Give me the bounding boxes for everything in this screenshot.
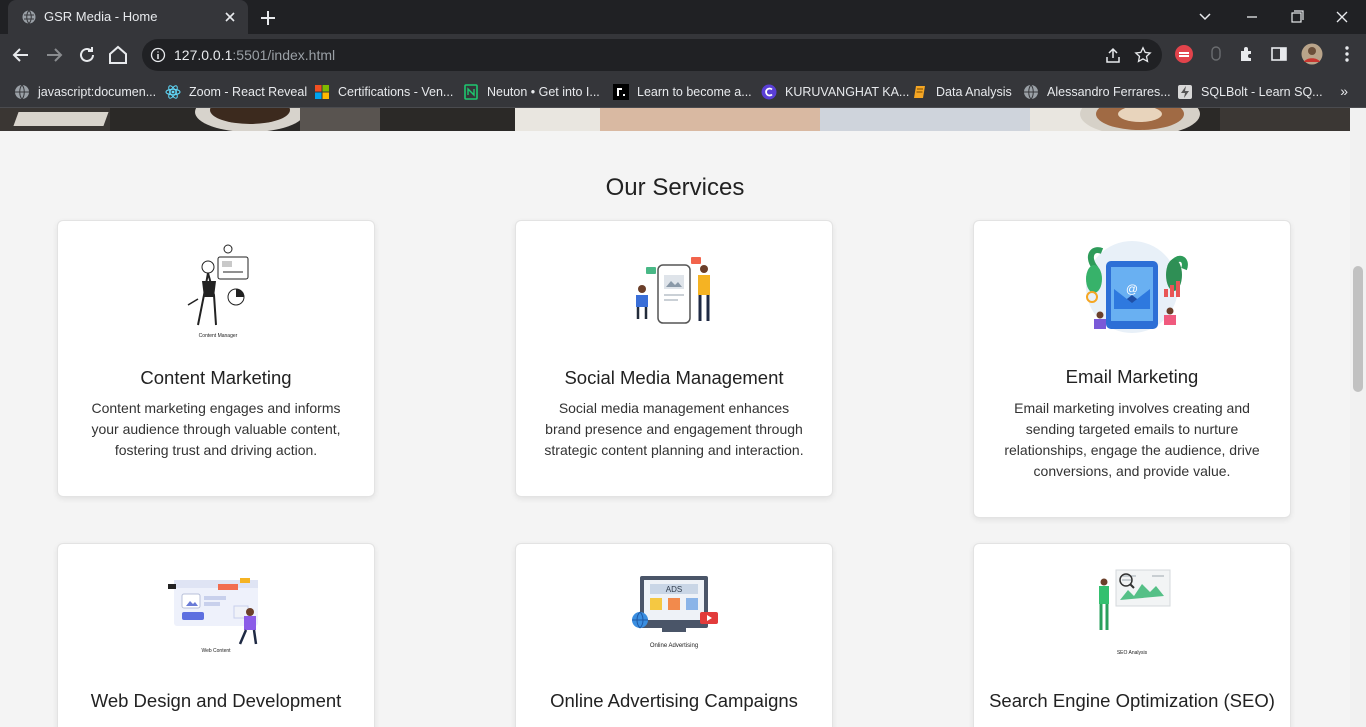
service-title: Content Marketing [140,367,292,388]
r-logo-icon [613,84,629,100]
bookmark-star-icon[interactable] [1134,46,1152,64]
close-window-icon[interactable] [1330,6,1354,28]
back-icon[interactable] [10,44,32,66]
svg-text:Content Manager: Content Manager [199,333,238,339]
social-media-illustration [636,257,710,324]
page-viewport: Our Services Content Manager Content Mar… [0,108,1350,727]
neuton-icon [464,84,478,100]
bookmark-item[interactable]: Learn to become a... [613,83,752,101]
site-info-icon[interactable] [150,47,166,63]
hero-photo [0,108,1350,131]
menu-kebab-icon[interactable] [1337,44,1357,64]
service-description: Email marketing involves creating and se… [1004,400,1260,479]
page-scrollbar[interactable] [1350,108,1366,727]
address-bar[interactable]: 127.0.0.1:5501/index.html [142,39,1162,71]
share-icon[interactable] [1104,47,1122,65]
service-title: Search Engine Optimization (SEO) [989,690,1275,711]
tab-search-icon[interactable] [1193,6,1217,28]
service-card-web-design[interactable]: Web Content Web Design and Development [57,543,375,727]
restore-icon[interactable] [1285,6,1309,28]
react-icon [165,85,181,99]
globe-icon [15,84,29,100]
c-logo-icon [761,84,777,100]
reload-icon[interactable] [76,44,98,66]
url-text: 127.0.0.1:5501/index.html [174,47,336,63]
service-card-seo[interactable]: SEO Analysis Search Engine Optimization … [973,543,1291,727]
svg-text:ADS: ADS [666,585,682,594]
svg-text:@: @ [1126,282,1138,296]
hero-image [0,108,1350,131]
more-bookmarks-button[interactable]: » [1340,83,1348,99]
extension-red-icon[interactable] [1174,44,1194,64]
tab-title: GSR Media - Home [44,9,158,24]
email-marketing-illustration: @ [1086,241,1188,333]
book-icon [914,86,925,98]
bookmark-item[interactable]: Data Analysis [912,83,1012,101]
bookmark-item[interactable]: Certifications - Ven... [314,83,453,101]
minimize-icon[interactable] [1240,6,1264,28]
bookmark-item[interactable]: Zoom - React Reveal [165,83,307,101]
bookmark-item[interactable]: javascript:documen... [14,83,156,101]
service-title: Social Media Management [564,367,784,388]
service-title: Web Design and Development [90,690,342,711]
extension-mouse-icon[interactable] [1206,44,1226,64]
service-card-social-media[interactable]: Social Media Management Social media man… [515,220,833,497]
section-title: Our Services [605,174,745,201]
service-title: Email Marketing [1065,366,1199,387]
browser-toolbar: 127.0.0.1:5501/index.html [0,34,1366,76]
bookmark-item[interactable]: Neuton • Get into I... [463,83,600,101]
globe-icon [22,10,36,24]
profile-avatar[interactable] [1301,43,1323,65]
forward-icon[interactable] [43,44,65,66]
browser-titlebar: GSR Media - Home [0,0,1366,34]
scrollbar-thumb[interactable] [1353,266,1363,392]
microsoft-icon [315,85,329,99]
home-icon[interactable] [107,44,129,66]
side-panel-icon[interactable] [1269,44,1289,64]
bookmark-item[interactable]: Alessandro Ferrares... [1023,83,1171,101]
service-card-online-advertising[interactable]: ADS Online Advertising Online Advertisin… [515,543,833,727]
bolt-icon [1178,85,1192,99]
new-tab-icon[interactable] [258,8,278,28]
service-card-email-marketing[interactable]: @ Email Marketing Email marketing involv… [973,220,1291,518]
seo-analysis-illustration: SEO Analysis [1099,569,1171,656]
bookmark-item[interactable]: SQLBolt - Learn SQ... [1177,83,1323,101]
online-advertising-illustration: ADS Online Advertising [632,576,718,649]
service-title: Online Advertising Campaigns [550,690,798,711]
bookmarks-bar: javascript:documen... Zoom - React Revea… [0,76,1366,108]
svg-text:SEO Analysis: SEO Analysis [1117,650,1148,656]
extensions-puzzle-icon[interactable] [1237,44,1257,64]
globe-icon [1024,84,1038,100]
svg-text:Online Advertising: Online Advertising [650,643,698,649]
web-content-illustration: Web Content [168,578,258,654]
service-card-content-marketing[interactable]: Content Manager Content Marketing Conten… [57,220,375,497]
service-description: Content marketing engages and informs yo… [91,400,341,458]
browser-tab[interactable]: GSR Media - Home [8,0,248,34]
svg-text:Web Content: Web Content [201,648,231,654]
bookmark-item[interactable]: KURUVANGHAT KA... [761,83,909,101]
service-description: Social media management enhances brand p… [544,400,804,458]
close-tab-icon[interactable] [222,9,238,25]
content-manager-illustration: Content Manager [187,244,249,339]
